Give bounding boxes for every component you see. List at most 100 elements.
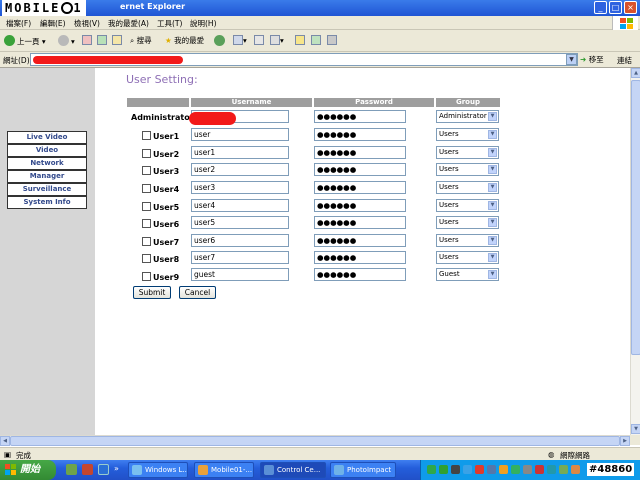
username-input[interactable]: user4 (191, 199, 289, 212)
submit-button[interactable]: Submit (133, 286, 171, 299)
address-dropdown-button[interactable]: ▼ (566, 54, 577, 65)
address-input[interactable] (30, 53, 578, 66)
username-input[interactable]: guest (191, 268, 289, 281)
tray-icon[interactable] (427, 465, 436, 474)
refresh-button[interactable] (97, 35, 107, 45)
links-button[interactable]: 連結 (617, 55, 632, 66)
password-input[interactable]: ●●●●●● (314, 163, 406, 176)
tray-icon[interactable] (571, 465, 580, 474)
media-button[interactable] (214, 35, 227, 46)
nav-manager[interactable]: Manager (7, 170, 87, 183)
go-button[interactable]: ➜ 移至 (580, 54, 604, 65)
username-input[interactable]: user6 (191, 234, 289, 247)
menu-edit[interactable]: 編輯(E) (40, 18, 66, 29)
menu-favorites[interactable]: 我的最愛(A) (108, 18, 149, 29)
group-select[interactable]: Users ▼ (436, 163, 499, 176)
password-input[interactable]: ●●●●●● (314, 146, 406, 159)
user-enable-checkbox[interactable] (142, 166, 151, 175)
forward-button[interactable]: ▾ (58, 35, 75, 46)
cancel-button[interactable]: Cancel (179, 286, 216, 299)
nav-video[interactable]: Video (7, 144, 87, 157)
horizontal-scroll-thumb[interactable] (10, 436, 620, 446)
stop-button[interactable] (82, 35, 92, 45)
tray-icon[interactable] (547, 465, 556, 474)
password-input[interactable]: ●●●●●● (314, 128, 406, 141)
horizontal-scrollbar[interactable]: ◀ ▶ (0, 435, 630, 446)
scroll-down-icon[interactable]: ▼ (631, 424, 640, 434)
task-control-center[interactable]: Control Ce... (260, 462, 326, 478)
tray-icon[interactable] (475, 465, 484, 474)
discuss-button[interactable] (311, 35, 321, 45)
password-input[interactable]: ●●●●●● (314, 181, 406, 194)
minimize-button[interactable]: _ (594, 1, 607, 14)
user-enable-checkbox[interactable] (142, 254, 151, 263)
home-button[interactable] (112, 35, 122, 45)
nav-system-info[interactable]: System Info (7, 196, 87, 209)
user-enable-checkbox[interactable] (142, 272, 151, 281)
username-input[interactable]: user2 (191, 163, 289, 176)
print-button[interactable]: ▾ (270, 35, 284, 45)
user-enable-checkbox[interactable] (142, 202, 151, 211)
password-input[interactable]: ●●●●●● (314, 268, 406, 281)
vertical-scroll-thumb[interactable] (631, 80, 640, 355)
group-select[interactable]: Users ▼ (436, 216, 499, 229)
quicklaunch-app-icon[interactable] (82, 464, 93, 475)
username-input[interactable]: user5 (191, 216, 289, 229)
username-input[interactable]: user7 (191, 251, 289, 264)
quicklaunch-ie-icon[interactable] (98, 464, 109, 475)
tray-icon[interactable] (463, 465, 472, 474)
mail-button[interactable] (254, 35, 264, 45)
group-select[interactable]: Users ▼ (436, 146, 499, 159)
username-input[interactable]: user (191, 128, 289, 141)
scroll-right-icon[interactable]: ▶ (620, 436, 630, 446)
admin-password-input[interactable]: ●●●●●● (314, 110, 406, 123)
user-enable-checkbox[interactable] (142, 237, 151, 246)
username-input[interactable]: user1 (191, 146, 289, 159)
menu-file[interactable]: 檔案(F) (6, 18, 31, 29)
admin-group-select[interactable]: Administrator ▼ (436, 110, 499, 123)
tray-icon[interactable] (511, 465, 520, 474)
user-enable-checkbox[interactable] (142, 149, 151, 158)
tray-icon[interactable] (487, 465, 496, 474)
maximize-button[interactable]: □ (609, 1, 622, 14)
nav-live-video[interactable]: Live Video (7, 131, 87, 144)
username-input[interactable]: user3 (191, 181, 289, 194)
group-select[interactable]: Users ▼ (436, 234, 499, 247)
title-bar[interactable]: MOBILE 1 ernet Explorer _ □ × (0, 0, 640, 16)
quicklaunch-app-icon[interactable] (66, 464, 77, 475)
task-windows-live[interactable]: Windows L... (128, 462, 188, 478)
tray-icon[interactable] (439, 465, 448, 474)
menu-tools[interactable]: 工具(T) (157, 18, 182, 29)
tray-icon[interactable] (559, 465, 568, 474)
back-button[interactable]: 上一頁 ▾ (4, 35, 46, 47)
group-select[interactable]: Users ▼ (436, 199, 499, 212)
search-button[interactable]: ⌕ 搜尋 (130, 35, 152, 46)
favorites-button[interactable]: ★ 我的最愛 (165, 35, 204, 46)
close-button[interactable]: × (624, 1, 637, 14)
group-select[interactable]: Guest ▼ (436, 268, 499, 281)
quicklaunch-more-icon[interactable]: » (114, 464, 125, 475)
password-input[interactable]: ●●●●●● (314, 251, 406, 264)
edit-button[interactable] (295, 35, 305, 45)
password-input[interactable]: ●●●●●● (314, 216, 406, 229)
menu-help[interactable]: 說明(H) (190, 18, 217, 29)
password-input[interactable]: ●●●●●● (314, 234, 406, 247)
tray-icon[interactable] (523, 465, 532, 474)
scroll-left-icon[interactable]: ◀ (0, 436, 10, 446)
menu-view[interactable]: 檢視(V) (74, 18, 100, 29)
password-input[interactable]: ●●●●●● (314, 199, 406, 212)
nav-surveillance[interactable]: Surveillance (7, 183, 87, 196)
tray-icon[interactable] (499, 465, 508, 474)
vertical-scrollbar[interactable]: ▲ ▼ (630, 68, 640, 435)
user-enable-checkbox[interactable] (142, 184, 151, 193)
nav-network[interactable]: Network (7, 157, 87, 170)
history-button[interactable]: ▾ (233, 35, 247, 45)
tray-icon[interactable] (451, 465, 460, 474)
group-select[interactable]: Users ▼ (436, 251, 499, 264)
messenger-button[interactable] (327, 35, 337, 45)
scroll-up-icon[interactable]: ▲ (631, 68, 640, 78)
group-select[interactable]: Users ▼ (436, 181, 499, 194)
tray-icon[interactable] (535, 465, 544, 474)
user-enable-checkbox[interactable] (142, 219, 151, 228)
task-photoimpact[interactable]: PhotoImpact (330, 462, 396, 478)
